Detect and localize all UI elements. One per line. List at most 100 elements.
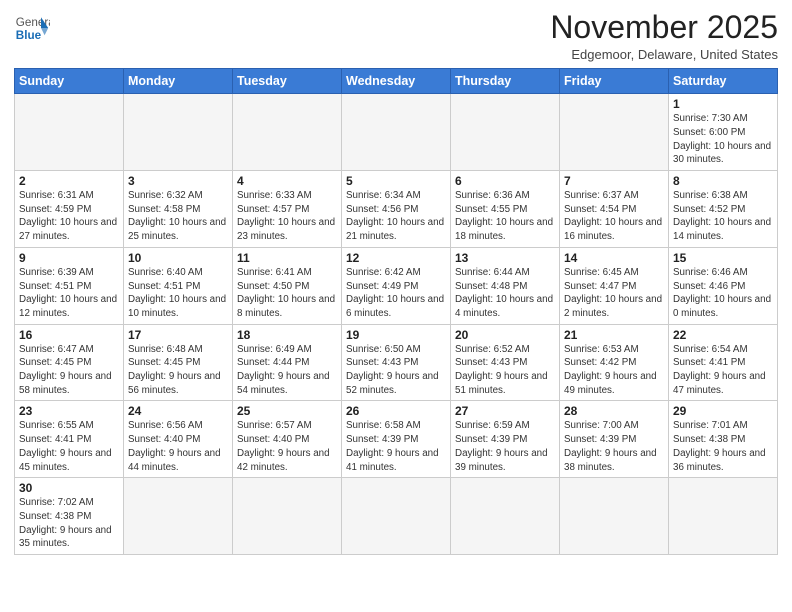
calendar-cell: 1Sunrise: 7:30 AM Sunset: 6:00 PM Daylig…: [669, 94, 778, 171]
day-info: Sunrise: 6:59 AM Sunset: 4:39 PM Dayligh…: [455, 419, 555, 474]
day-info: Sunrise: 7:30 AM Sunset: 6:00 PM Dayligh…: [673, 112, 773, 167]
title-block: November 2025 Edgemoor, Delaware, United…: [550, 10, 778, 62]
week-row-2: 9Sunrise: 6:39 AM Sunset: 4:51 PM Daylig…: [15, 247, 778, 324]
day-info: Sunrise: 6:53 AM Sunset: 4:42 PM Dayligh…: [564, 343, 664, 398]
weekday-header-wednesday: Wednesday: [342, 69, 451, 94]
calendar-cell: 21Sunrise: 6:53 AM Sunset: 4:42 PM Dayli…: [560, 324, 669, 401]
calendar-cell: 24Sunrise: 6:56 AM Sunset: 4:40 PM Dayli…: [124, 401, 233, 478]
day-number: 2: [19, 174, 119, 188]
day-info: Sunrise: 6:34 AM Sunset: 4:56 PM Dayligh…: [346, 189, 446, 244]
day-number: 9: [19, 251, 119, 265]
weekday-header-tuesday: Tuesday: [233, 69, 342, 94]
calendar-cell: [124, 94, 233, 171]
day-number: 16: [19, 328, 119, 342]
day-info: Sunrise: 6:38 AM Sunset: 4:52 PM Dayligh…: [673, 189, 773, 244]
day-number: 8: [673, 174, 773, 188]
calendar-cell: [342, 478, 451, 555]
calendar-cell: [342, 94, 451, 171]
day-number: 1: [673, 97, 773, 111]
calendar-cell: 2Sunrise: 6:31 AM Sunset: 4:59 PM Daylig…: [15, 171, 124, 248]
day-number: 22: [673, 328, 773, 342]
calendar-cell: [560, 94, 669, 171]
weekday-header-sunday: Sunday: [15, 69, 124, 94]
calendar-cell: 20Sunrise: 6:52 AM Sunset: 4:43 PM Dayli…: [451, 324, 560, 401]
day-info: Sunrise: 6:39 AM Sunset: 4:51 PM Dayligh…: [19, 266, 119, 321]
calendar-cell: 5Sunrise: 6:34 AM Sunset: 4:56 PM Daylig…: [342, 171, 451, 248]
day-info: Sunrise: 7:02 AM Sunset: 4:38 PM Dayligh…: [19, 496, 119, 551]
calendar-cell: 6Sunrise: 6:36 AM Sunset: 4:55 PM Daylig…: [451, 171, 560, 248]
day-number: 13: [455, 251, 555, 265]
week-row-4: 23Sunrise: 6:55 AM Sunset: 4:41 PM Dayli…: [15, 401, 778, 478]
calendar-cell: 11Sunrise: 6:41 AM Sunset: 4:50 PM Dayli…: [233, 247, 342, 324]
week-row-1: 2Sunrise: 6:31 AM Sunset: 4:59 PM Daylig…: [15, 171, 778, 248]
calendar-cell: 3Sunrise: 6:32 AM Sunset: 4:58 PM Daylig…: [124, 171, 233, 248]
calendar-cell: 22Sunrise: 6:54 AM Sunset: 4:41 PM Dayli…: [669, 324, 778, 401]
day-number: 30: [19, 481, 119, 495]
day-number: 17: [128, 328, 228, 342]
logo: General Blue: [14, 10, 50, 46]
day-info: Sunrise: 6:45 AM Sunset: 4:47 PM Dayligh…: [564, 266, 664, 321]
calendar-cell: 30Sunrise: 7:02 AM Sunset: 4:38 PM Dayli…: [15, 478, 124, 555]
calendar-cell: 28Sunrise: 7:00 AM Sunset: 4:39 PM Dayli…: [560, 401, 669, 478]
week-row-5: 30Sunrise: 7:02 AM Sunset: 4:38 PM Dayli…: [15, 478, 778, 555]
day-info: Sunrise: 6:58 AM Sunset: 4:39 PM Dayligh…: [346, 419, 446, 474]
day-info: Sunrise: 6:48 AM Sunset: 4:45 PM Dayligh…: [128, 343, 228, 398]
day-info: Sunrise: 6:41 AM Sunset: 4:50 PM Dayligh…: [237, 266, 337, 321]
day-info: Sunrise: 6:40 AM Sunset: 4:51 PM Dayligh…: [128, 266, 228, 321]
day-info: Sunrise: 6:31 AM Sunset: 4:59 PM Dayligh…: [19, 189, 119, 244]
day-info: Sunrise: 6:47 AM Sunset: 4:45 PM Dayligh…: [19, 343, 119, 398]
calendar-cell: 26Sunrise: 6:58 AM Sunset: 4:39 PM Dayli…: [342, 401, 451, 478]
location: Edgemoor, Delaware, United States: [550, 47, 778, 62]
calendar-cell: 8Sunrise: 6:38 AM Sunset: 4:52 PM Daylig…: [669, 171, 778, 248]
calendar-cell: [233, 94, 342, 171]
day-info: Sunrise: 6:55 AM Sunset: 4:41 PM Dayligh…: [19, 419, 119, 474]
day-info: Sunrise: 6:33 AM Sunset: 4:57 PM Dayligh…: [237, 189, 337, 244]
calendar-cell: 16Sunrise: 6:47 AM Sunset: 4:45 PM Dayli…: [15, 324, 124, 401]
page: General Blue November 2025 Edgemoor, Del…: [0, 0, 792, 612]
day-number: 5: [346, 174, 446, 188]
day-info: Sunrise: 6:56 AM Sunset: 4:40 PM Dayligh…: [128, 419, 228, 474]
day-number: 24: [128, 404, 228, 418]
day-number: 20: [455, 328, 555, 342]
day-number: 7: [564, 174, 664, 188]
calendar-cell: [451, 94, 560, 171]
day-number: 25: [237, 404, 337, 418]
day-number: 3: [128, 174, 228, 188]
day-number: 4: [237, 174, 337, 188]
day-info: Sunrise: 6:57 AM Sunset: 4:40 PM Dayligh…: [237, 419, 337, 474]
weekday-header-monday: Monday: [124, 69, 233, 94]
calendar-cell: [233, 478, 342, 555]
day-info: Sunrise: 6:52 AM Sunset: 4:43 PM Dayligh…: [455, 343, 555, 398]
day-number: 26: [346, 404, 446, 418]
calendar-cell: 4Sunrise: 6:33 AM Sunset: 4:57 PM Daylig…: [233, 171, 342, 248]
week-row-3: 16Sunrise: 6:47 AM Sunset: 4:45 PM Dayli…: [15, 324, 778, 401]
calendar-cell: 25Sunrise: 6:57 AM Sunset: 4:40 PM Dayli…: [233, 401, 342, 478]
calendar-cell: 23Sunrise: 6:55 AM Sunset: 4:41 PM Dayli…: [15, 401, 124, 478]
day-info: Sunrise: 6:37 AM Sunset: 4:54 PM Dayligh…: [564, 189, 664, 244]
day-number: 19: [346, 328, 446, 342]
day-info: Sunrise: 7:00 AM Sunset: 4:39 PM Dayligh…: [564, 419, 664, 474]
weekday-header-saturday: Saturday: [669, 69, 778, 94]
svg-text:Blue: Blue: [16, 29, 42, 42]
day-info: Sunrise: 6:50 AM Sunset: 4:43 PM Dayligh…: [346, 343, 446, 398]
calendar-cell: 9Sunrise: 6:39 AM Sunset: 4:51 PM Daylig…: [15, 247, 124, 324]
calendar-cell: [15, 94, 124, 171]
week-row-0: 1Sunrise: 7:30 AM Sunset: 6:00 PM Daylig…: [15, 94, 778, 171]
logo-icon: General Blue: [14, 10, 50, 46]
day-info: Sunrise: 6:42 AM Sunset: 4:49 PM Dayligh…: [346, 266, 446, 321]
calendar-cell: 29Sunrise: 7:01 AM Sunset: 4:38 PM Dayli…: [669, 401, 778, 478]
day-info: Sunrise: 6:46 AM Sunset: 4:46 PM Dayligh…: [673, 266, 773, 321]
day-number: 14: [564, 251, 664, 265]
day-info: Sunrise: 6:32 AM Sunset: 4:58 PM Dayligh…: [128, 189, 228, 244]
day-number: 12: [346, 251, 446, 265]
day-number: 11: [237, 251, 337, 265]
calendar: SundayMondayTuesdayWednesdayThursdayFrid…: [14, 68, 778, 555]
calendar-cell: 13Sunrise: 6:44 AM Sunset: 4:48 PM Dayli…: [451, 247, 560, 324]
weekday-header-friday: Friday: [560, 69, 669, 94]
day-info: Sunrise: 6:36 AM Sunset: 4:55 PM Dayligh…: [455, 189, 555, 244]
weekday-header-thursday: Thursday: [451, 69, 560, 94]
day-info: Sunrise: 6:44 AM Sunset: 4:48 PM Dayligh…: [455, 266, 555, 321]
day-info: Sunrise: 6:54 AM Sunset: 4:41 PM Dayligh…: [673, 343, 773, 398]
calendar-cell: 27Sunrise: 6:59 AM Sunset: 4:39 PM Dayli…: [451, 401, 560, 478]
weekday-header-row: SundayMondayTuesdayWednesdayThursdayFrid…: [15, 69, 778, 94]
